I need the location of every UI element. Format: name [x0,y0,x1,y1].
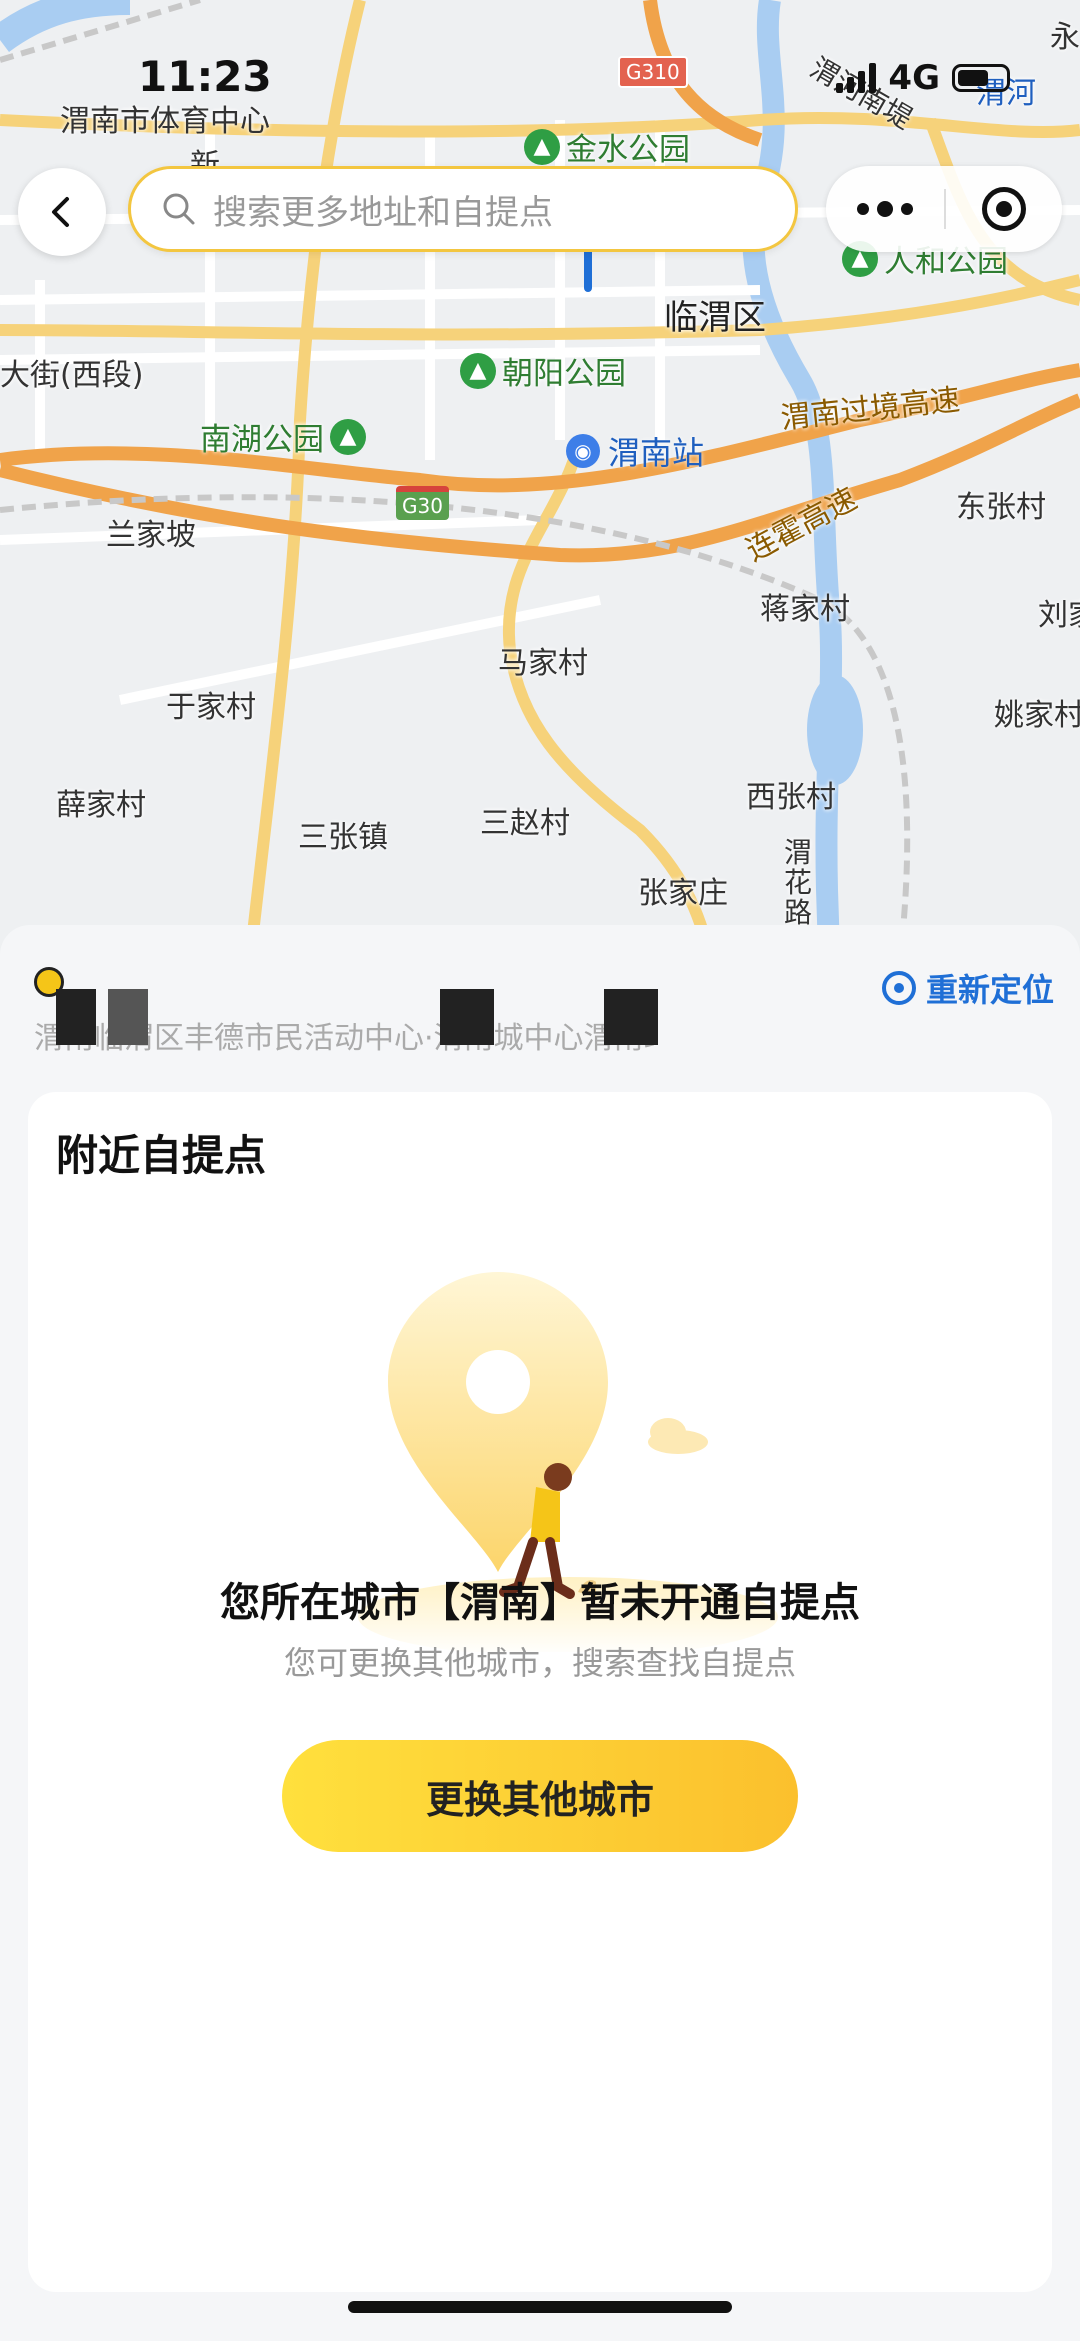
locate-icon [881,971,916,1005]
redaction-block [440,989,494,1045]
map-park-jinshui: ▲ 金水公园 [524,124,690,169]
map-label-village: 蒋家村 [760,592,850,627]
highway-shield: G310 [618,56,688,88]
map-station: ◉ 渭南站 [566,428,704,474]
card-title: 附近自提点 [56,1131,267,1180]
current-location: 渭南临渭区丰德市民活动中心·渭南城中心渭南站 重新定位 [34,965,1054,1056]
status-time: 11:23 [138,52,272,101]
signal-icon [836,63,877,93]
more-button[interactable] [826,201,944,217]
map-label-town: 三张镇 [298,820,388,855]
map-label-village: 三赵村 [480,806,570,841]
map-label-village: 于家村 [166,690,256,725]
map-label-street: 大街(西段) [0,358,144,393]
map-label-village: 马家村 [498,646,588,681]
nearby-pickup-card: 附近自提点 您所在城市【渭南】暂未开通自提点 您可更换其他城市，搜索查找自提点 … [28,1092,1052,2292]
more-dot-icon [857,203,869,215]
battery-icon [952,64,1010,92]
close-capsule-button[interactable] [946,187,1062,231]
change-city-button[interactable]: 更换其他城市 [282,1740,798,1852]
target-icon [982,187,1026,231]
search-input[interactable]: 搜索更多地址和自提点 [128,166,798,252]
map-label-yong: 永 [1050,20,1080,55]
map-label-sports-center: 渭南市体育中心 [60,104,270,139]
tree-icon: ▲ [330,418,366,455]
more-dot-icon [877,201,893,217]
map-label-district: 临渭区 [664,298,766,338]
map-label-village: 兰家坡 [106,518,196,553]
highway-shield: G30 [396,486,449,520]
search-placeholder: 搜索更多地址和自提点 [213,192,553,233]
more-dot-icon [901,203,913,215]
redaction-block [108,989,148,1045]
map-label-village: 薛家村 [56,788,146,823]
map-label-village: 姚家村 [994,698,1080,733]
home-indicator[interactable] [348,2301,732,2313]
redaction-block [604,989,658,1045]
map-label-road: 渭花路 [784,836,813,929]
tree-icon: ▲ [460,352,496,389]
train-icon: ◉ [566,434,600,468]
redaction-block [56,989,96,1045]
empty-state-subtitle: 您可更换其他城市，搜索查找自提点 [283,1644,796,1682]
map-park-chaoyang: ▲ 朝阳公园 [460,348,626,393]
map-label-village: 东张村 [956,490,1046,525]
back-button[interactable] [18,168,106,256]
empty-state-title: 您所在城市【渭南】暂未开通自提点 [220,1580,860,1626]
map-label-village: 张家庄 [638,876,728,911]
network-type: 4G [888,58,940,98]
back-arrow-icon [52,197,69,227]
tree-icon: ▲ [524,128,560,165]
map-label-village: 西张村 [746,780,836,815]
relocate-button[interactable]: 重新定位 [881,965,1054,1011]
map-label-village: 刘家 [1038,598,1080,633]
status-icons: 4G [836,58,1010,98]
map-view[interactable]: 渭南市体育中心 新 临渭区 大街(西段) 兰家坡 东张村 蒋家村 刘家 马家村 … [0,0,1080,960]
mini-program-capsule [826,166,1062,252]
search-icon [163,193,195,225]
map-park-nanhu: ▲ 南湖公园 [200,414,366,459]
